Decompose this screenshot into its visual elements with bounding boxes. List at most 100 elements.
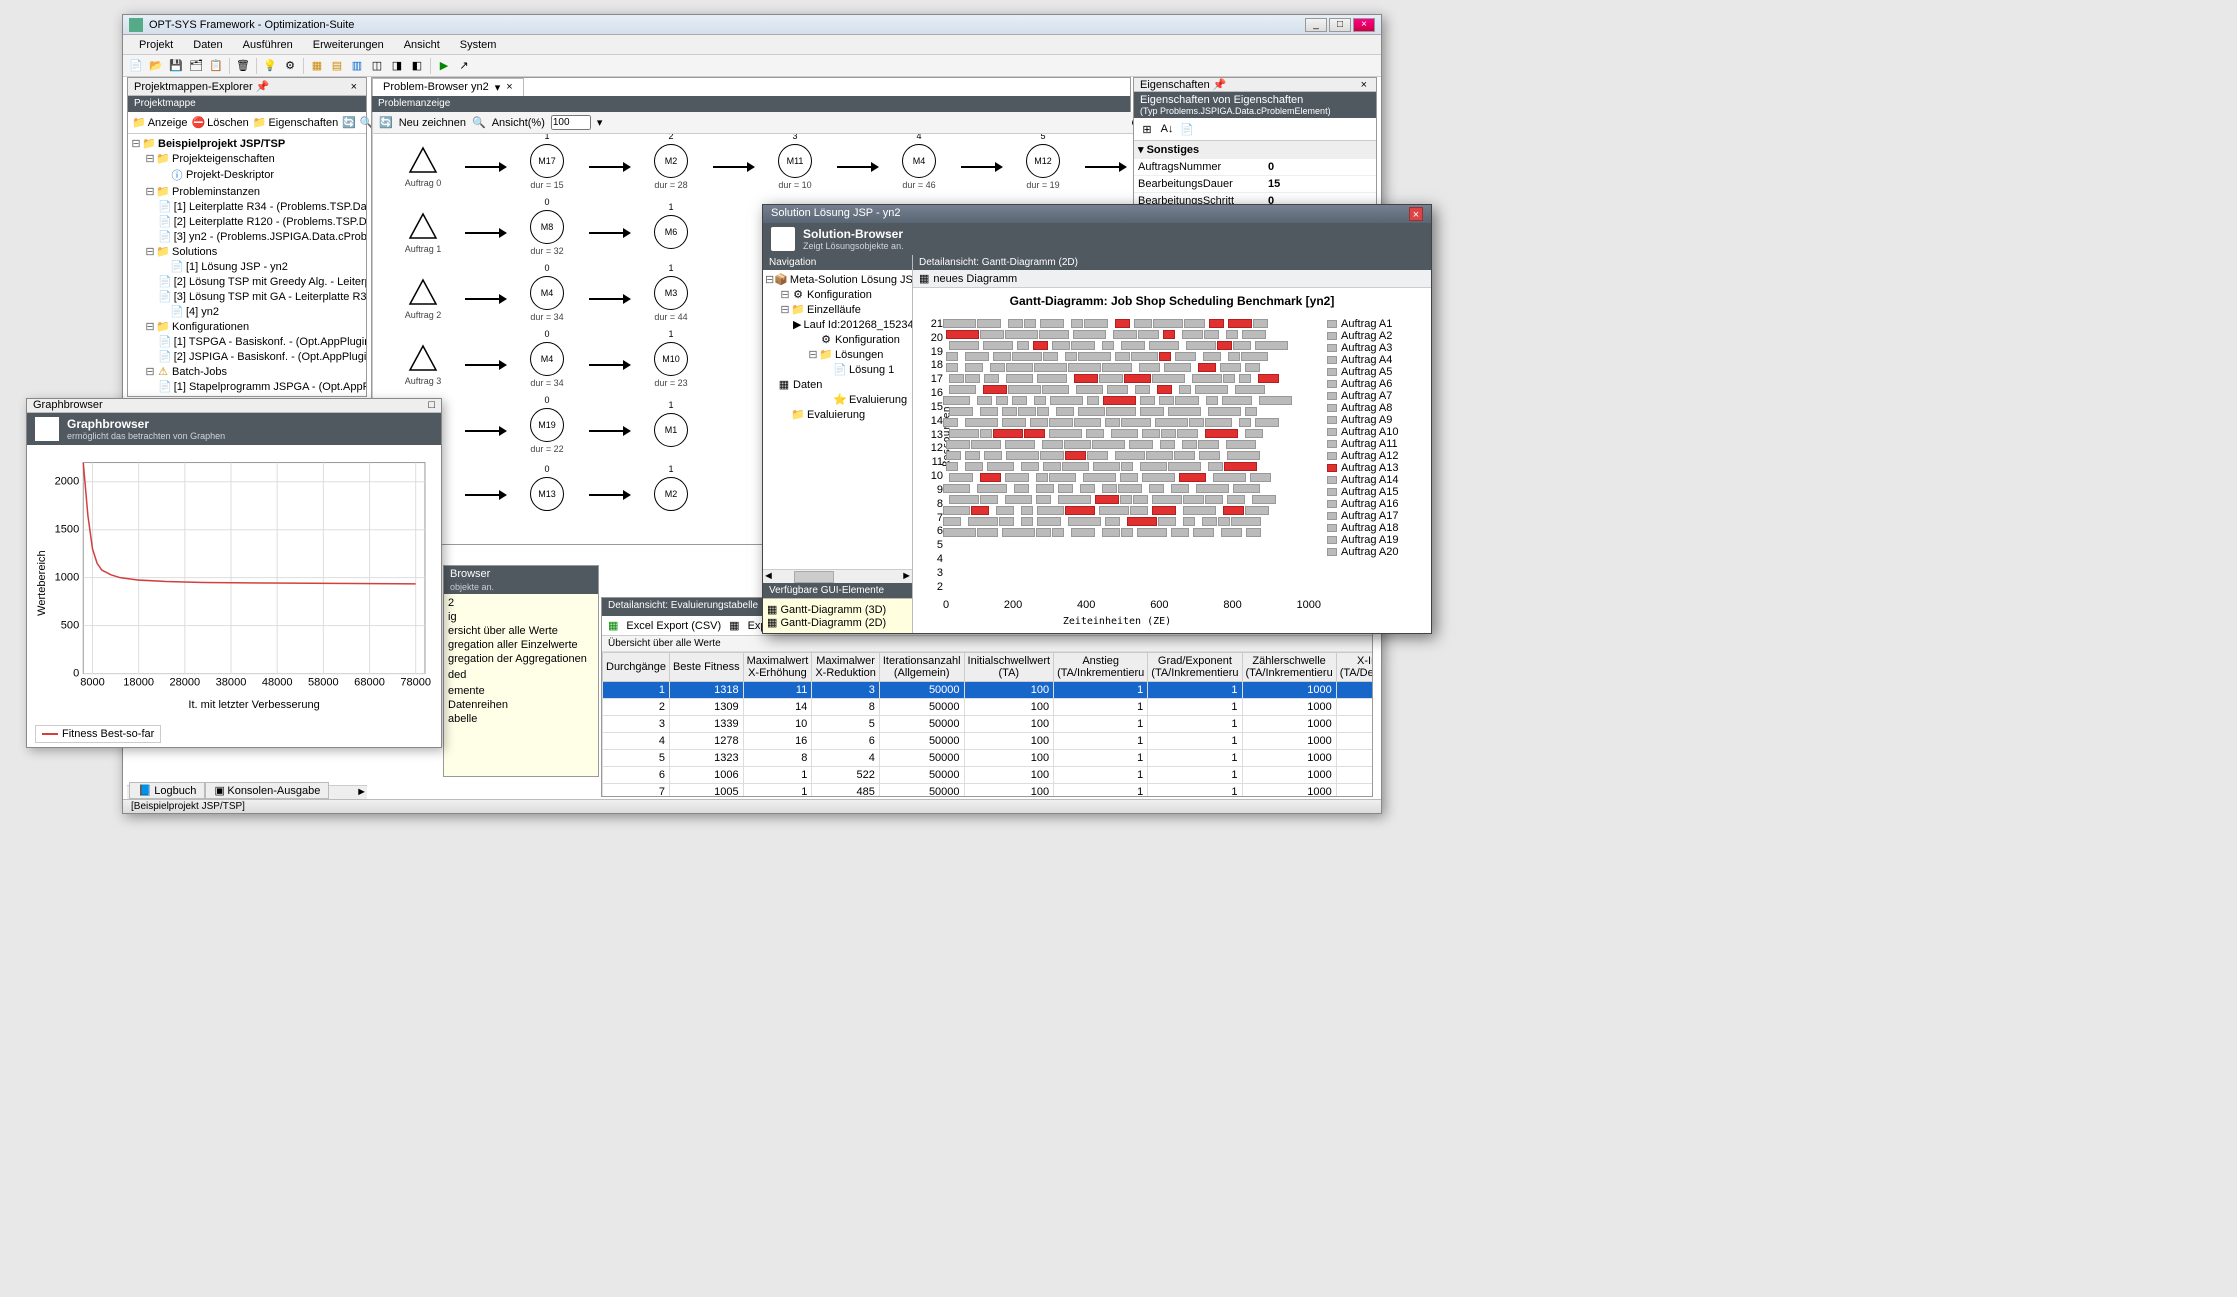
chevron-down-icon[interactable]: ▾ (495, 81, 501, 94)
layout3-icon[interactable]: ◧ (408, 57, 426, 75)
table-row[interactable]: 51323845000010011100011 (603, 750, 1373, 767)
table-header[interactable]: Anstieg(TA/Inkrementieru (1054, 653, 1148, 682)
list-item[interactable]: ersicht über alle Werte (446, 624, 596, 638)
menu-ausfuehren[interactable]: Ausführen (235, 37, 301, 53)
list-item[interactable]: abelle (446, 712, 596, 726)
layout1-icon[interactable]: ◫ (368, 57, 386, 75)
tree-item[interactable]: 📄[2] JSPIGA - Basiskonf. - (Opt.AppPlugi… (130, 349, 364, 364)
graph-node[interactable]: 1M17 (530, 144, 564, 178)
close-icon[interactable]: × (348, 81, 360, 93)
tree-item[interactable]: 📄[3] Lösung TSP mit GA - Leiterplatte R3… (130, 289, 364, 304)
graph-node[interactable]: 1M3 (654, 276, 688, 310)
solution-tree-item[interactable]: ▶Lauf Id:201268_152345.3 (765, 317, 910, 332)
table-header[interactable]: Grad/Exponent(TA/Inkrementieru (1148, 653, 1242, 682)
solution-tree-item[interactable]: ⭐Evaluierung (765, 392, 910, 407)
open-icon[interactable]: 📂 (147, 57, 165, 75)
view1-icon[interactable]: ▦ (308, 57, 326, 75)
graph-node[interactable]: 0M4 (530, 342, 564, 376)
graph-node[interactable]: 1M1 (654, 413, 688, 447)
start-node-icon[interactable] (408, 212, 438, 242)
solution-tree-item[interactable]: 📄Lösung 1 (765, 362, 910, 377)
alpha-icon[interactable]: A↓ (1158, 120, 1176, 138)
table-header[interactable]: Durchgänge (603, 653, 670, 682)
close-button[interactable]: × (1353, 18, 1375, 32)
saveall-icon[interactable]: 🗂 (187, 57, 205, 75)
show-button[interactable]: 📁Anzeige (132, 116, 187, 129)
run-icon[interactable]: ▶ (435, 57, 453, 75)
graph-node[interactable]: 0M13 (530, 477, 564, 511)
table-header[interactable]: X-Initialwert(TA/Dekrementieru (1336, 653, 1372, 682)
tree-item[interactable]: 📄[2] Leiterplatte R120 - (Problems.TSP.D… (130, 214, 364, 229)
tree-item[interactable]: 📄[1] Stapelprogramm JSPGA - (Opt.AppPlug… (130, 379, 364, 394)
table-header[interactable]: MaximalwertX-Erhöhung (743, 653, 812, 682)
graph-node[interactable]: 0M4 (530, 276, 564, 310)
pin-icon[interactable]: 📌 (1210, 78, 1230, 91)
status-tab-console[interactable]: ▣ Konsolen-Ausgabe (205, 782, 329, 799)
table-header[interactable]: Initialschwellwert(TA) (964, 653, 1054, 682)
table-header[interactable]: MaximalwerX-Reduktion (812, 653, 880, 682)
props-button[interactable]: 📁Eigenschaften (253, 116, 338, 129)
view2-icon[interactable]: ▤ (328, 57, 346, 75)
table-header[interactable]: Iterationsanzahl(Allgemein) (879, 653, 964, 682)
tree-item[interactable]: ⓘProjekt-Deskriptor (130, 166, 364, 184)
prop-value[interactable]: 0 (1264, 159, 1376, 175)
status-tab-log[interactable]: 📘 Logbuch (129, 782, 205, 799)
solution-tree-item[interactable]: ⚙Konfiguration (765, 332, 910, 347)
graph-node[interactable]: 5M12 (1026, 144, 1060, 178)
table-row[interactable]: 412781665000010011100011 (603, 733, 1373, 750)
solution-tree[interactable]: ⊟📦Meta-Solution Lösung JSP - yn2⊟⚙Konfig… (763, 270, 912, 569)
menu-projekt[interactable]: Projekt (131, 37, 181, 53)
list-item[interactable]: 2 (446, 596, 596, 610)
lightbulb-icon[interactable]: 💡 (261, 57, 279, 75)
close-button[interactable]: × (1409, 207, 1423, 221)
maximize-icon[interactable]: □ (428, 399, 435, 411)
delete-button[interactable]: ⛔Löschen (191, 116, 248, 129)
tree-item[interactable]: 📄[4] yn2 (130, 304, 364, 319)
table-row[interactable]: 313391055000010011100011 (603, 716, 1373, 733)
view3-icon[interactable]: ▥ (348, 57, 366, 75)
tree-item[interactable]: 📄[1] Lösung JSP - yn2 (130, 259, 364, 274)
solution-tree-item[interactable]: ⊟⚙Konfiguration (765, 287, 910, 302)
new-icon[interactable]: 📄 (127, 57, 145, 75)
layout2-icon[interactable]: ◨ (388, 57, 406, 75)
gui-element-item[interactable]: ▦ Gantt-Diagramm (3D) (767, 603, 908, 616)
zoom-input[interactable] (551, 115, 591, 130)
graph-node[interactable]: 3M11 (778, 144, 812, 178)
excel-export-button[interactable]: Excel Export (CSV) (626, 620, 721, 632)
new-diagram-button[interactable]: neues Diagramm (933, 273, 1017, 285)
tree-group[interactable]: ⊟📁Diagramme (130, 394, 364, 396)
tree-group[interactable]: ⊟📁Projekteigenschaften (130, 151, 364, 166)
tree-item[interactable]: 📄[3] yn2 - (Problems.JSPIGA.Data.cProble… (130, 229, 364, 244)
tree-item[interactable]: 📄[1] Leiterplatte R34 - (Problems.TSP.Da… (130, 199, 364, 214)
graph-node[interactable]: 4M4 (902, 144, 936, 178)
pin-icon[interactable]: 📌 (253, 80, 273, 93)
redraw-icon[interactable]: 🔄 (379, 116, 393, 129)
list-item[interactable]: gregation aller Einzelwerte (446, 638, 596, 652)
start-node-icon[interactable] (408, 278, 438, 308)
tree-group[interactable]: ⊟📁Solutions (130, 244, 364, 259)
copy-icon[interactable]: 📋 (207, 57, 225, 75)
refresh-icon[interactable]: 🔄 (342, 116, 356, 129)
graph-node[interactable]: 0M19 (530, 408, 564, 442)
close-icon[interactable]: × (506, 81, 512, 94)
delete-icon[interactable]: 🗑 (234, 57, 252, 75)
minimize-button[interactable]: _ (1305, 18, 1327, 32)
tree-root[interactable]: ⊟📁Beispielprojekt JSP/TSP (130, 136, 364, 151)
nav-scrollbar[interactable]: ◄► (763, 569, 912, 583)
graphbrowser-tab[interactable]: Graphbrowser □ (27, 399, 441, 413)
solution-titlebar[interactable]: Solution Lösung JSP - yn2 × (763, 205, 1431, 223)
prop-value[interactable]: 15 (1264, 176, 1376, 192)
graph-node[interactable]: 1M6 (654, 215, 688, 249)
tree-group[interactable]: ⊟⚠Batch-Jobs (130, 364, 364, 379)
tree-group[interactable]: ⊟📁Probleminstanzen (130, 184, 364, 199)
solution-tree-item[interactable]: 📁Evaluierung (765, 407, 910, 422)
table-header[interactable]: Zählerschwelle(TA/Inkrementieru (1242, 653, 1336, 682)
graph-node[interactable]: 1M2 (654, 477, 688, 511)
menu-erweiterungen[interactable]: Erweiterungen (305, 37, 392, 53)
graph-node[interactable]: 2M2 (654, 144, 688, 178)
table-row[interactable]: 6100615225000010011100011 (603, 767, 1373, 784)
table-row[interactable]: 113181135000010011100011 (603, 682, 1373, 699)
save-icon[interactable]: 💾 (167, 57, 185, 75)
redraw-label[interactable]: Neu zeichnen (399, 117, 466, 129)
project-tree[interactable]: ⊟📁Beispielprojekt JSP/TSP ⊟📁Projekteigen… (128, 134, 366, 396)
